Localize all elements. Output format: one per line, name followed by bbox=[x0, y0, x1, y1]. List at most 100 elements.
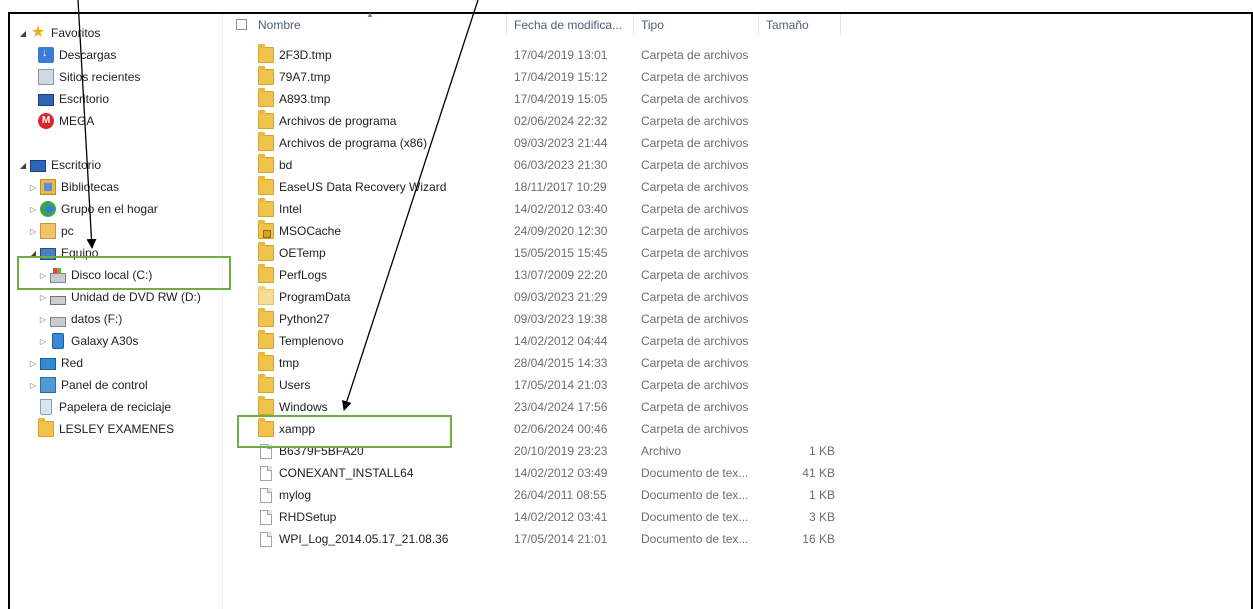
sidebar-item-label: Unidad de DVD RW (D:) bbox=[71, 290, 201, 304]
file-name-cell[interactable]: OETemp bbox=[258, 242, 514, 264]
sidebar-item-panel-control[interactable]: ▷ Panel de control bbox=[28, 375, 148, 395]
expand-arrow-icon[interactable]: ▷ bbox=[38, 287, 48, 307]
file-row[interactable]: WPI_Log_2014.05.17_21.08.36 17/05/2014 21… bbox=[230, 528, 870, 550]
file-size bbox=[761, 308, 835, 330]
file-row[interactable]: 79A7.tmp 17/04/2019 15:12 Carpeta de archi… bbox=[230, 66, 870, 88]
column-divider[interactable] bbox=[633, 14, 634, 36]
collapse-arrow-icon[interactable]: ◢ bbox=[18, 155, 28, 175]
sidebar-item-pc[interactable]: ▷ pc bbox=[28, 221, 74, 241]
sidebar-item-bibliotecas[interactable]: ▷ Bibliotecas bbox=[28, 177, 119, 197]
file-row[interactable]: RHDSetup 14/02/2012 03:41 Documento de tex… bbox=[230, 506, 870, 528]
file-name-cell[interactable]: EaseUS Data Recovery Wizard bbox=[258, 176, 514, 198]
collapse-arrow-icon[interactable]: ◢ bbox=[18, 23, 28, 43]
file-row[interactable]: ProgramData 09/03/2023 21:29 Carpeta de ar… bbox=[230, 286, 870, 308]
file-row[interactable]: EaseUS Data Recovery Wizard 18/11/2017 10… bbox=[230, 176, 870, 198]
file-row[interactable]: A893.tmp 17/04/2019 15:05 Carpeta de archi… bbox=[230, 88, 870, 110]
recycle-bin-icon bbox=[40, 399, 52, 415]
file-name-cell[interactable]: A893.tmp bbox=[258, 88, 514, 110]
file-row[interactable]: OETemp 15/05/2015 15:45 Carpeta de archivo… bbox=[230, 242, 870, 264]
sidebar-item-red[interactable]: ▷ Red bbox=[28, 353, 83, 373]
file-row[interactable]: Intel 14/02/2012 03:40 Carpeta de archivos bbox=[230, 198, 870, 220]
file-date: 17/05/2014 21:03 bbox=[514, 378, 608, 392]
sidebar-item-escritorio[interactable]: ◢ Escritorio bbox=[18, 155, 101, 175]
column-divider[interactable] bbox=[506, 14, 507, 36]
file-size bbox=[761, 66, 835, 88]
file-name-cell[interactable]: Archivos de programa bbox=[258, 110, 514, 132]
file-name-cell[interactable]: tmp bbox=[258, 352, 514, 374]
file-type: Carpeta de archivos bbox=[641, 114, 749, 128]
column-header-name[interactable]: Nombre bbox=[252, 14, 514, 36]
file-type: Documento de tex... bbox=[641, 466, 749, 480]
file-name-cell[interactable]: mylog bbox=[258, 484, 514, 506]
sidebar-item-favoritos[interactable]: ◢ ★ Favoritos bbox=[18, 23, 100, 43]
file-size bbox=[761, 286, 835, 308]
expand-arrow-icon[interactable]: ▷ bbox=[28, 353, 38, 373]
column-header-date[interactable]: Fecha de modifica... bbox=[508, 14, 634, 36]
file-size bbox=[761, 242, 835, 264]
file-name-cell[interactable]: Archivos de programa (x86) bbox=[258, 132, 514, 154]
star-icon: ★ bbox=[30, 24, 46, 41]
file-row[interactable]: Archivos de programa 02/06/2024 22:32 Carp… bbox=[230, 110, 870, 132]
file-row[interactable]: Python27 09/03/2023 19:38 Carpeta de archi… bbox=[230, 308, 870, 330]
expand-arrow-icon[interactable]: ▷ bbox=[28, 221, 38, 241]
file-row[interactable]: bd 06/03/2023 21:30 Carpeta de archivos bbox=[230, 154, 870, 176]
expand-arrow-icon[interactable]: ▷ bbox=[28, 199, 38, 219]
file-row[interactable]: Users 17/05/2014 21:03 Carpeta de archivos bbox=[230, 374, 870, 396]
file-name-cell[interactable]: Users bbox=[258, 374, 514, 396]
file-type: Carpeta de archivos bbox=[641, 202, 749, 216]
file-type: Archivo bbox=[641, 444, 682, 458]
sidebar-item-datos-f[interactable]: ▷ datos (F:) bbox=[38, 309, 122, 329]
sidebar-item-dvd-d[interactable]: ▷ Unidad de DVD RW (D:) bbox=[38, 287, 201, 307]
select-all-checkbox[interactable] bbox=[236, 19, 247, 30]
file-name-cell[interactable]: RHDSetup bbox=[258, 506, 514, 528]
expand-arrow-icon[interactable]: ▷ bbox=[28, 375, 38, 395]
file-name-cell[interactable]: bd bbox=[258, 154, 514, 176]
file-name-cell[interactable]: PerfLogs bbox=[258, 264, 514, 286]
expand-arrow-icon[interactable]: ▷ bbox=[38, 309, 48, 329]
file-row[interactable]: Templenovo 14/02/2012 04:44 Carpeta de arc… bbox=[230, 330, 870, 352]
sidebar-item-galaxy-a30s[interactable]: ▷ Galaxy A30s bbox=[38, 331, 138, 351]
expand-arrow-icon[interactable]: ▷ bbox=[28, 177, 38, 197]
column-divider[interactable] bbox=[840, 14, 841, 36]
file-row[interactable]: Archivos de programa (x86) 09/03/2023 21:… bbox=[230, 132, 870, 154]
file-row[interactable]: MSOCache 24/09/2020 12:30 Carpeta de archi… bbox=[230, 220, 870, 242]
libraries-icon bbox=[40, 179, 56, 195]
file-name: Users bbox=[279, 378, 311, 392]
column-header-size[interactable]: Tamaño bbox=[760, 14, 842, 36]
file-name-cell[interactable]: 79A7.tmp bbox=[258, 66, 514, 88]
column-divider[interactable] bbox=[758, 14, 759, 36]
sidebar-item-escritorio-fav[interactable]: Escritorio bbox=[38, 89, 109, 109]
file-date: 09/03/2023 19:38 bbox=[514, 312, 608, 326]
navigation-pane-divider[interactable] bbox=[222, 14, 223, 609]
sidebar-item-sitios-recientes[interactable]: Sitios recientes bbox=[38, 67, 140, 87]
file-name-cell[interactable]: Templenovo bbox=[258, 330, 514, 352]
file-size bbox=[761, 220, 835, 242]
file-name-cell[interactable]: 2F3D.tmp bbox=[258, 44, 514, 66]
sidebar-item-mega[interactable]: M MEGA bbox=[38, 111, 94, 131]
file-row[interactable]: mylog 26/04/2011 08:55 Documento de tex...… bbox=[230, 484, 870, 506]
file-row[interactable]: 2F3D.tmp 17/04/2019 13:01 Carpeta de archi… bbox=[230, 44, 870, 66]
sidebar-item-descargas[interactable]: Descargas bbox=[38, 45, 116, 65]
file-row[interactable]: tmp 28/04/2015 14:33 Carpeta de archivos bbox=[230, 352, 870, 374]
expand-arrow-icon[interactable]: ▷ bbox=[38, 331, 48, 351]
file-name-cell[interactable]: Intel bbox=[258, 198, 514, 220]
file-name: bd bbox=[279, 158, 293, 172]
file-name-cell[interactable]: ProgramData bbox=[258, 286, 514, 308]
file-name: mylog bbox=[279, 488, 312, 502]
file-row[interactable]: PerfLogs 13/07/2009 22:20 Carpeta de archi… bbox=[230, 264, 870, 286]
file-name-cell[interactable]: MSOCache bbox=[258, 220, 514, 242]
sidebar-item-lesley-examenes[interactable]: LESLEY EXAMENES bbox=[38, 418, 174, 439]
file-name-cell[interactable]: CONEXANT_INSTALL64 bbox=[258, 462, 514, 484]
sidebar-item-grupo-hogar[interactable]: ▷ Grupo en el hogar bbox=[28, 199, 158, 219]
user-folder-icon bbox=[40, 223, 56, 239]
file-size: 1 KB bbox=[808, 488, 835, 502]
file-row[interactable]: CONEXANT_INSTALL64 14/02/2012 03:49 Docume… bbox=[230, 462, 870, 484]
folder-icon bbox=[258, 44, 274, 63]
folder-icon bbox=[258, 396, 274, 415]
folder-icon bbox=[258, 154, 274, 173]
file-name-cell[interactable]: Python27 bbox=[258, 308, 514, 330]
sidebar-item-papelera[interactable]: Papelera de reciclaje bbox=[38, 397, 171, 417]
folder-icon bbox=[258, 66, 274, 85]
file-name-cell[interactable]: WPI_Log_2014.05.17_21.08.36 bbox=[258, 528, 514, 550]
column-header-type[interactable]: Tipo bbox=[635, 14, 761, 36]
